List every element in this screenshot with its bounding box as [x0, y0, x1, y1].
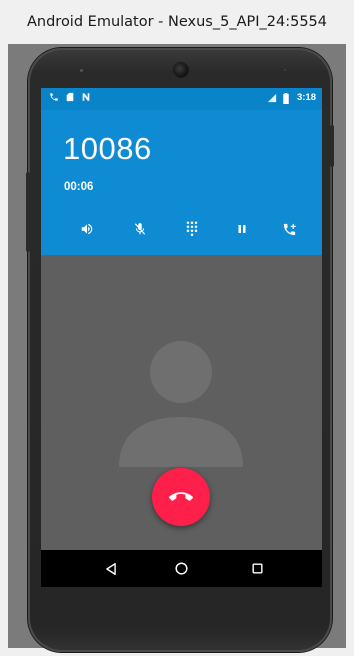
- recents-icon: [251, 563, 263, 574]
- back-icon: [106, 562, 116, 575]
- window-title: Android Emulator - Nexus_5_API_24:5554: [26, 14, 328, 30]
- side-button-left[interactable]: [26, 172, 30, 252]
- sd-card-icon: [65, 92, 75, 102]
- pause-icon: [238, 225, 246, 233]
- speaker-button[interactable]: [72, 214, 102, 244]
- navigation-bar: [41, 550, 322, 587]
- hold-button[interactable]: [227, 214, 257, 244]
- dialpad-button[interactable]: [177, 214, 207, 244]
- home-icon: [174, 562, 188, 575]
- add-call-icon: [283, 223, 296, 235]
- n-notification-icon: [81, 92, 91, 102]
- nav-recents-button[interactable]: [237, 550, 277, 587]
- mute-mic-icon: [134, 223, 146, 235]
- call-header: 10086 00:06: [41, 110, 322, 255]
- emulator-title-bar: Android Emulator - Nexus_5_API_24:5554: [0, 0, 354, 44]
- end-call-icon: [169, 492, 193, 501]
- call-controls: [41, 214, 322, 244]
- person-silhouette-icon: [119, 341, 243, 467]
- phone-call-icon: [49, 92, 59, 102]
- battery-icon: [282, 92, 292, 104]
- mute-button[interactable]: [125, 214, 155, 244]
- end-call-button[interactable]: [152, 468, 210, 526]
- phone-screen: 3:18 10086 00:06: [41, 88, 322, 587]
- nav-back-button[interactable]: [91, 550, 131, 587]
- dialpad-icon: [186, 221, 198, 236]
- caller-number: 10086: [63, 131, 152, 166]
- side-button-right[interactable]: [330, 125, 334, 167]
- nav-home-button[interactable]: [161, 550, 201, 587]
- front-camera: [174, 63, 188, 77]
- status-time: 3:18: [296, 92, 316, 103]
- signal-icon: [267, 93, 277, 103]
- status-bar: 3:18: [41, 88, 322, 110]
- speaker-icon: [81, 223, 93, 235]
- call-duration: 00:06: [64, 181, 94, 193]
- light-sensor: [284, 69, 286, 71]
- add-call-button[interactable]: [274, 214, 304, 244]
- contact-avatar-placeholder: [119, 341, 245, 467]
- proximity-sensor: [80, 69, 83, 72]
